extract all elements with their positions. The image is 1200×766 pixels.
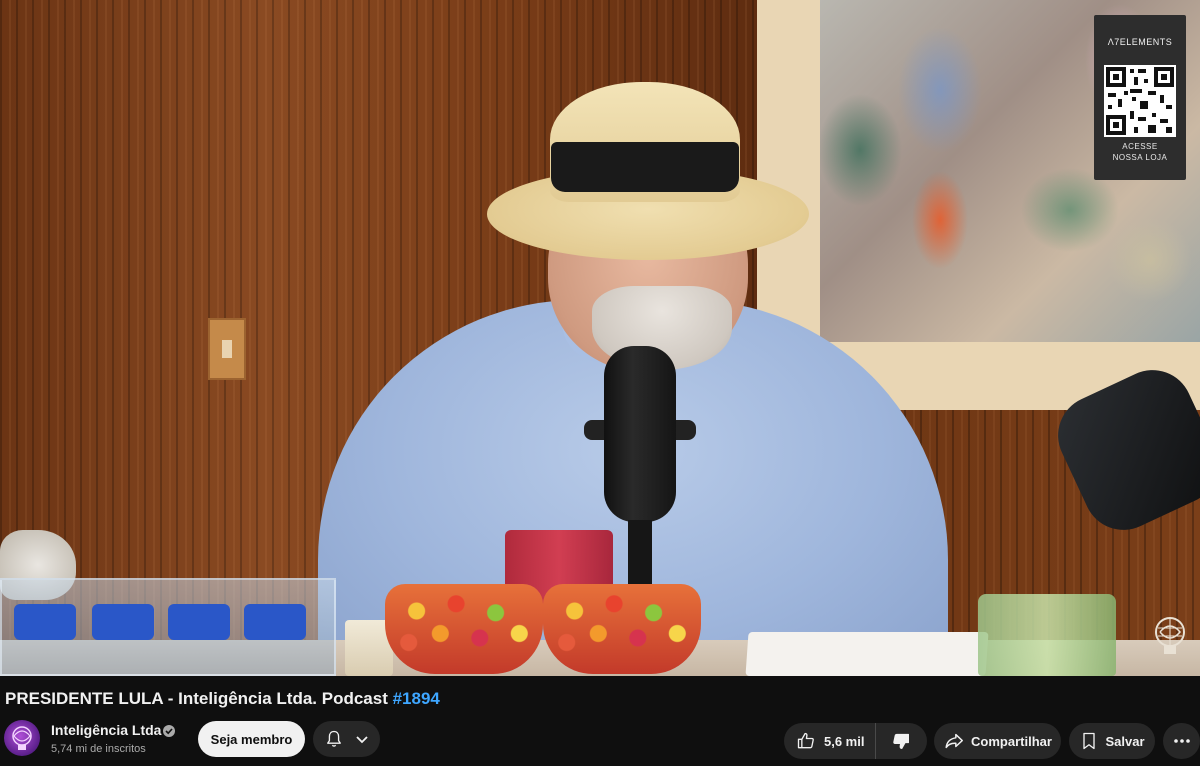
- dislike-icon: [891, 731, 911, 751]
- video-title: PRESIDENTE LULA - Inteligência Ltda. Pod…: [5, 689, 440, 709]
- share-button[interactable]: Compartilhar: [934, 723, 1061, 759]
- qr-brand-label: ELEMENTS: [1119, 37, 1173, 47]
- elements-logo-icon: Λ7: [1107, 37, 1120, 47]
- save-button[interactable]: Salvar: [1069, 723, 1155, 759]
- save-icon: [1079, 731, 1099, 751]
- save-label: Salvar: [1105, 733, 1145, 749]
- chevron-down-icon: [354, 731, 370, 747]
- like-dislike-group: 5,6 mil: [784, 723, 927, 759]
- qr-code-icon: [1104, 65, 1176, 137]
- candy-bowl: [543, 584, 701, 674]
- channel-logo-icon[interactable]: [1150, 612, 1190, 660]
- like-button[interactable]: 5,6 mil: [784, 723, 876, 759]
- more-icon: [1173, 732, 1191, 750]
- share-icon: [943, 730, 965, 752]
- store-qr-panel: Λ7ELEMENTS ACESSE NOSSA LOJA: [1094, 15, 1186, 180]
- light-switch: [208, 318, 246, 380]
- notifications-button[interactable]: [313, 721, 380, 757]
- qr-brand: Λ7ELEMENTS: [1094, 37, 1186, 47]
- bottle-cap: [168, 604, 230, 640]
- green-glass: [978, 594, 1116, 676]
- hat-band: [551, 142, 739, 192]
- like-icon: [796, 731, 816, 751]
- channel-avatar[interactable]: [4, 720, 40, 756]
- bottle-cap: [92, 604, 154, 640]
- join-button[interactable]: Seja membro: [198, 721, 305, 757]
- video-title-text: PRESIDENTE LULA - Inteligência Ltda. Pod…: [5, 689, 393, 708]
- candy-bowl: [385, 584, 543, 674]
- video-player[interactable]: Λ7ELEMENTS ACESSE NOSSA LOJA: [0, 0, 1200, 676]
- subscriber-count: 5,74 mi de inscritos: [51, 743, 146, 755]
- notebook: [745, 632, 989, 676]
- channel-logo-icon: [12, 726, 32, 750]
- bottle-cap: [244, 604, 306, 640]
- share-label: Compartilhar: [971, 733, 1052, 749]
- dislike-button[interactable]: [876, 723, 926, 759]
- more-actions-button[interactable]: [1163, 723, 1200, 759]
- qr-caption: ACESSE NOSSA LOJA: [1112, 142, 1168, 162]
- verified-icon: [163, 725, 175, 737]
- microphone: [604, 346, 676, 522]
- hashtag-link[interactable]: #1894: [393, 689, 440, 708]
- bottle-cap: [14, 604, 76, 640]
- bell-icon: [324, 729, 344, 749]
- channel-name[interactable]: Inteligência Ltda: [51, 722, 161, 738]
- like-count: 5,6 mil: [824, 733, 865, 749]
